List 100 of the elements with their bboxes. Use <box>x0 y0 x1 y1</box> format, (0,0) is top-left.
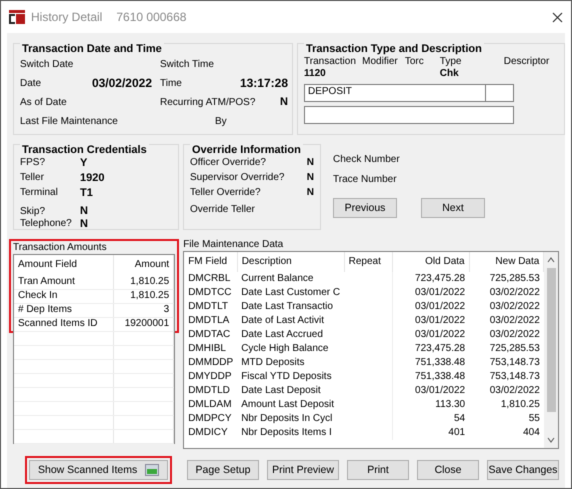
column-header: Repeat <box>344 252 393 272</box>
field-label: Officer Override? <box>190 157 267 170</box>
table-cell-text: DMDTCC <box>187 286 233 300</box>
table-cell-text: Nbr Deposits Items I <box>240 426 333 440</box>
code-field[interactable] <box>486 84 514 102</box>
scrollbar-thumb[interactable] <box>546 268 556 412</box>
table-cell: 401 <box>392 426 470 440</box>
image-icon <box>145 464 160 476</box>
column-header: Description <box>237 252 344 272</box>
field-label: Recurring ATM/POS? <box>160 96 256 109</box>
table-cell-text: DMDPCY <box>187 412 233 426</box>
table-cell-text: Cycle High Balance <box>240 342 330 356</box>
window-title: History Detail <box>31 10 102 24</box>
table-cell-text: Nbr Deposits In Cycl <box>240 412 334 426</box>
table-cell-text: DMDTAC <box>187 328 232 342</box>
column-header: Old Data <box>392 252 470 272</box>
table-cell: 404 <box>469 426 544 440</box>
table-cell: 753,148.73 <box>469 356 544 370</box>
field-label: FPS? <box>20 157 46 170</box>
field-value: N <box>306 187 314 200</box>
table-cell: 3 <box>113 303 174 317</box>
table-cell: 03/01/2022 <box>392 384 470 398</box>
table-cell-text: Amount Last Deposit <box>240 398 336 412</box>
close-icon[interactable] <box>552 12 563 22</box>
column-value: Chk <box>440 68 460 80</box>
table-cell: 725,285.53 <box>469 272 544 286</box>
nav-button[interactable]: Next <box>421 198 485 218</box>
table-cell: 113.30 <box>392 398 470 412</box>
table-cell-text: MTD Deposits <box>240 356 306 370</box>
field-value: N <box>306 172 314 186</box>
table-cell-text: Fiscal YTD Deposits <box>240 370 333 384</box>
account-number: 7610 000668 <box>116 10 186 24</box>
field-label: Skip? <box>20 206 46 218</box>
table-cell: 55 <box>469 412 544 426</box>
panel-title: Transaction Amounts <box>13 242 108 254</box>
table-cell-text: DMDTLT <box>187 300 229 314</box>
nav-button[interactable]: Previous <box>333 198 397 218</box>
table-cell: 54 <box>392 412 470 426</box>
table-cell: 03/01/2022 <box>392 328 470 342</box>
table-cell-text: DMYDDP <box>187 370 233 384</box>
button-label: Show Scanned Items <box>38 464 138 476</box>
field-value: 1920 <box>80 172 104 186</box>
footer-button[interactable]: Close <box>417 460 479 480</box>
scroll-down-icon[interactable] <box>547 436 556 444</box>
footer-button[interactable]: Page Setup <box>187 460 259 480</box>
column-label: Modifier <box>362 56 399 68</box>
table-cell: 03/02/2022 <box>469 300 544 314</box>
table-cell-text: DMLDAM <box>187 398 233 412</box>
field-label: Time <box>160 78 182 90</box>
table-cell: 725,285.53 <box>469 342 544 356</box>
table-cell-text: DMDICY <box>187 426 229 440</box>
footer-button[interactable]: Print <box>347 460 409 480</box>
column-header: Amount Field <box>14 255 114 275</box>
description-field[interactable] <box>304 106 514 124</box>
table-cell: 03/02/2022 <box>469 286 544 300</box>
field-value: 03/02/2022 <box>92 76 152 91</box>
description-field[interactable]: DEPOSIT <box>304 84 486 102</box>
field-value: N <box>280 96 288 110</box>
column-label: Type <box>440 56 462 68</box>
table-cell-text: Date Last Customer C <box>240 286 342 300</box>
table-cell: 03/02/2022 <box>469 314 544 328</box>
app-logo-icon <box>9 10 25 24</box>
footer-button[interactable]: Print Preview <box>267 460 339 480</box>
table-cell: DMCRBL <box>184 272 238 286</box>
table-cell: # Dep Items <box>14 303 114 317</box>
group-title: Transaction Type and Description <box>304 43 484 56</box>
table-cell: 19200001 <box>113 317 174 331</box>
column-header: Amount <box>113 255 174 275</box>
table-cell: 1,810.25 <box>113 275 174 289</box>
field-value: T1 <box>80 187 93 202</box>
table-cell-text: DMDTLA <box>187 314 230 328</box>
table-cell: 1,810.25 <box>469 398 544 412</box>
table-cell: 723,475.28 <box>392 342 470 356</box>
field-label: By <box>215 116 227 128</box>
scroll-up-icon[interactable] <box>547 256 556 264</box>
table-cell-text: Date of Last Activit <box>240 314 326 328</box>
table-cell: 03/01/2022 <box>392 300 470 314</box>
field-label: Override Teller <box>190 204 256 218</box>
show-scanned-button[interactable]: Show Scanned Items <box>29 460 168 480</box>
table-cell: 1,810.25 <box>113 289 174 303</box>
column-header: FM Field <box>184 252 238 272</box>
column-label: Transaction <box>304 56 356 68</box>
column-label: Descriptor <box>504 56 550 68</box>
table-cell: Check In <box>14 289 114 303</box>
table-cell: Scanned Items ID <box>14 317 114 331</box>
field-label: Switch Date <box>20 58 74 71</box>
field-label: Date <box>20 78 42 90</box>
table-cell: Current Balance <box>237 272 344 286</box>
field-label: Trace Number <box>333 174 398 187</box>
footer-button[interactable]: Save Changes <box>487 460 559 480</box>
table-cell: Tran Amount <box>14 275 114 289</box>
table-cell: 03/02/2022 <box>469 384 544 398</box>
table-cell: 751,338.48 <box>392 356 470 370</box>
table-cell: 03/02/2022 <box>469 328 544 342</box>
field-label: Teller Override? <box>190 187 262 200</box>
table-cell-text: DMDTLD <box>187 384 231 398</box>
field-value: N <box>80 218 88 232</box>
field-label: Check Number <box>333 154 401 167</box>
table-cell-text: DMMDDP <box>187 356 234 370</box>
table-cell-text: Date Last Accrued <box>240 328 324 342</box>
